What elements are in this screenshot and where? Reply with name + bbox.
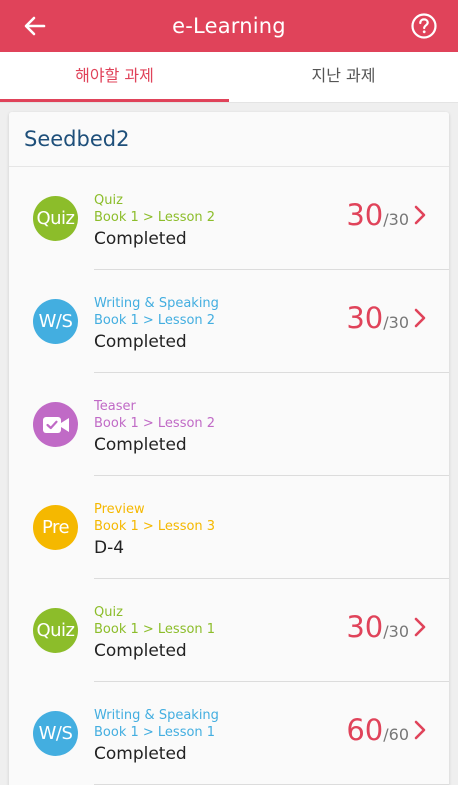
assignment-row[interactable]: W/S Writing & Speaking Book 1 > Lesson 1 Co… bbox=[9, 682, 449, 785]
assignment-row[interactable]: W/S Writing & Speaking Book 1 > Lesson 2 Co… bbox=[9, 270, 449, 373]
assignment-info: Quiz Book 1 > Lesson 1 Completed bbox=[94, 604, 215, 662]
assignment-category: Writing & Speaking bbox=[94, 296, 219, 311]
app-bar: e-Learning bbox=[0, 0, 458, 52]
score-total: /30 bbox=[383, 622, 409, 641]
assignment-category: Quiz bbox=[94, 193, 123, 208]
assignment-category: Teaser bbox=[94, 399, 136, 414]
badge-label: Quiz bbox=[36, 208, 75, 229]
score-value: 60 bbox=[346, 713, 384, 747]
score-value: 30 bbox=[346, 301, 384, 335]
assignment-row[interactable]: Pre Preview Book 1 > Lesson 3 D-4 bbox=[9, 476, 449, 579]
course-card: Seedbed2 Quiz Quiz Book 1 > Lesson 2 Comple… bbox=[9, 112, 449, 785]
assignment-info: Preview Book 1 > Lesson 3 D-4 bbox=[94, 501, 215, 559]
quiz-badge-icon: Quiz bbox=[33, 196, 78, 241]
video-check-icon bbox=[33, 402, 78, 447]
badge-label: Pre bbox=[41, 517, 70, 538]
chevron-right-icon[interactable] bbox=[413, 617, 427, 637]
tab-past[interactable]: 지난 과제 bbox=[229, 52, 458, 103]
badge-label: W/S bbox=[38, 723, 73, 744]
chevron-right-icon[interactable] bbox=[413, 720, 427, 740]
app-title: e-Learning bbox=[172, 14, 286, 38]
assignment-status: D-4 bbox=[94, 538, 125, 558]
assignment-info: Teaser Book 1 > Lesson 2 Completed bbox=[94, 398, 215, 456]
score-value: 30 bbox=[346, 610, 384, 644]
active-tab-indicator bbox=[0, 99, 229, 102]
assignment-path: Book 1 > Lesson 2 bbox=[94, 210, 216, 225]
assignment-path: Book 1 > Lesson 2 bbox=[94, 416, 216, 431]
assignment-path: Book 1 > Lesson 1 bbox=[94, 725, 216, 740]
badge-label: Quiz bbox=[36, 620, 75, 641]
assignment-category: Quiz bbox=[94, 605, 123, 620]
chevron-right-icon[interactable] bbox=[413, 308, 427, 328]
assignment-info: Writing & Speaking Book 1 > Lesson 2 Compl… bbox=[94, 295, 219, 353]
assignment-path: Book 1 > Lesson 1 bbox=[94, 622, 216, 637]
badge-label: W/S bbox=[38, 311, 73, 332]
score: 30/30 bbox=[346, 301, 409, 335]
writing-speaking-badge-icon: W/S bbox=[33, 711, 78, 756]
assignment-row[interactable]: Teaser Book 1 > Lesson 2 Completed bbox=[9, 373, 449, 476]
score-total: /30 bbox=[383, 313, 409, 332]
course-title: Seedbed2 bbox=[9, 112, 449, 167]
score: 30/30 bbox=[346, 198, 409, 232]
assignment-path: Book 1 > Lesson 2 bbox=[94, 313, 216, 328]
writing-speaking-badge-icon: W/S bbox=[33, 299, 78, 344]
chevron-right-icon[interactable] bbox=[413, 205, 427, 225]
assignment-status: Completed bbox=[94, 641, 187, 661]
help-circle-icon bbox=[411, 13, 437, 39]
help-button[interactable] bbox=[410, 12, 438, 40]
assignment-info: Writing & Speaking Book 1 > Lesson 1 Compl… bbox=[94, 707, 219, 765]
score-value: 30 bbox=[346, 198, 384, 232]
preview-badge-icon: Pre bbox=[33, 505, 78, 550]
tab-bar: 해야할 과제 지난 과제 bbox=[0, 52, 458, 103]
assignment-status: Completed bbox=[94, 229, 187, 249]
quiz-badge-icon: Quiz bbox=[33, 608, 78, 653]
assignment-category: Preview bbox=[94, 502, 145, 517]
assignment-category: Writing & Speaking bbox=[94, 708, 219, 723]
assignment-row[interactable]: Quiz Quiz Book 1 > Lesson 2 Completed 30/30 bbox=[9, 167, 449, 270]
assignment-status: Completed bbox=[94, 435, 187, 455]
score-total: /30 bbox=[383, 210, 409, 229]
assignment-status: Completed bbox=[94, 332, 187, 352]
assignment-info: Quiz Book 1 > Lesson 2 Completed bbox=[94, 192, 215, 250]
assignment-path: Book 1 > Lesson 3 bbox=[94, 519, 216, 534]
score: 60/60 bbox=[346, 713, 409, 747]
assignment-status: Completed bbox=[94, 744, 187, 764]
score-total: /60 bbox=[383, 725, 409, 744]
score: 30/30 bbox=[346, 610, 409, 644]
tab-todo[interactable]: 해야할 과제 bbox=[0, 52, 229, 103]
assignment-row[interactable]: Quiz Quiz Book 1 > Lesson 1 Completed 30/30 bbox=[9, 579, 449, 682]
